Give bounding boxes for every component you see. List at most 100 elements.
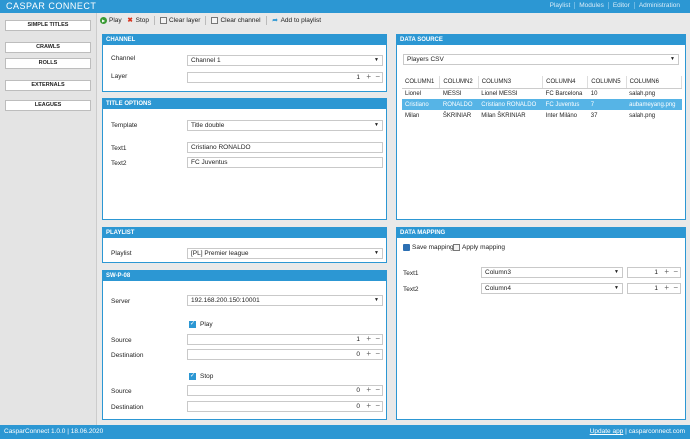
sidebar-item-externals[interactable]: EXTERNALS <box>5 80 91 91</box>
nav-administration[interactable]: Administration <box>633 2 684 9</box>
channel-header: CHANNEL <box>103 35 386 45</box>
minus-icon[interactable]: − <box>375 72 380 81</box>
plus-icon[interactable]: + <box>664 267 669 276</box>
column-header[interactable]: COLUMN6 <box>626 76 683 89</box>
table-cell: Milan ŠKRINIAR <box>481 112 526 119</box>
column-header[interactable]: COLUMN4 <box>542 76 589 89</box>
table-row-selected[interactable]: Cristiano RONALDO Cristiano RONALDO FC J… <box>402 99 682 110</box>
minus-icon[interactable]: − <box>375 401 380 410</box>
apply-icon <box>453 244 460 251</box>
table-cell: Inter Miláno <box>545 112 578 119</box>
version-text: CasparConnect 1.0.0 <box>4 428 66 435</box>
chevron-down-icon: ▼ <box>374 57 379 63</box>
sidebar-item-leagues[interactable]: LEAGUES <box>5 100 91 111</box>
layer-stepper[interactable]: 1 + − <box>187 72 383 83</box>
play-source-stepper[interactable]: 1 + − <box>187 334 383 345</box>
minus-icon[interactable]: − <box>375 385 380 394</box>
stop-source-stepper[interactable]: 0 + − <box>187 385 383 396</box>
nav-modules[interactable]: Modules <box>574 2 608 9</box>
clear-layer-icon <box>160 16 168 24</box>
save-mapping-button[interactable]: Save mapping <box>403 244 454 251</box>
template-label: Template <box>111 122 138 129</box>
website-link[interactable]: casparconnect.com <box>629 428 685 435</box>
plus-icon[interactable]: + <box>366 385 371 394</box>
table-cell: MESSI <box>442 90 462 97</box>
channel-panel: CHANNEL Channel Channel 1 ▼ Layer 1 + − <box>102 34 387 92</box>
update-app-link[interactable]: Update app <box>590 428 624 435</box>
table-cell: salah.png <box>629 112 656 119</box>
column-header[interactable]: COLUMN3 <box>478 76 544 89</box>
app-title: CASPAR CONNECT <box>6 1 97 11</box>
table-cell: 10 <box>590 90 598 97</box>
text1-field[interactable]: Cristiano RONALDO <box>187 142 383 153</box>
mapping-text2-label: Text2 <box>403 286 419 293</box>
build-date: 18.06.2020 <box>70 428 104 435</box>
mapping-text1-label: Text1 <box>403 270 419 277</box>
column-header[interactable]: COLUMN5 <box>587 76 627 89</box>
sidebar-item-rolls[interactable]: ROLLS <box>5 58 91 69</box>
nav-playlist[interactable]: Playlist <box>546 2 575 9</box>
minus-icon[interactable]: − <box>673 267 678 276</box>
clear-layer-button[interactable]: Clear layer <box>160 16 200 24</box>
status-bar: CasparConnect 1.0.0 | 18.06.2020 Update … <box>0 425 690 439</box>
text2-field[interactable]: FC Juventus <box>187 157 383 168</box>
top-nav: Playlist Modules Editor Administration <box>546 2 684 9</box>
mapping-text2-select[interactable]: Column4 ▼ <box>481 283 623 294</box>
nav-editor[interactable]: Editor <box>607 2 634 9</box>
plus-icon[interactable]: + <box>366 334 371 343</box>
play-source-label: Source <box>111 337 132 344</box>
sidebar-item-simple-titles[interactable]: SIMPLE TITLES <box>5 20 91 31</box>
play-icon: ▶ <box>100 16 107 24</box>
table-cell: Lionel MESSI <box>481 90 518 97</box>
channel-select[interactable]: Channel 1 ▼ <box>187 55 383 66</box>
toolbar-divider <box>154 15 156 25</box>
play-button[interactable]: ▶ Play <box>100 16 122 24</box>
mapping-text1-select[interactable]: Column3 ▼ <box>481 267 623 278</box>
table-cell: RONALDO <box>439 99 479 110</box>
plus-icon[interactable]: + <box>366 349 371 358</box>
plus-icon[interactable]: + <box>664 283 669 292</box>
column-header[interactable]: COLUMN1 <box>402 76 441 89</box>
add-to-playlist-button[interactable]: ➦ Add to playlist <box>272 17 321 24</box>
minus-icon[interactable]: − <box>375 334 380 343</box>
plus-icon[interactable]: + <box>366 72 371 81</box>
table-row[interactable]: Lionel MESSI Lionel MESSI FC Barcelona 1… <box>402 88 682 99</box>
apply-mapping-button[interactable]: Apply mapping <box>453 244 505 251</box>
stop-button[interactable]: ✖ Stop <box>127 17 149 24</box>
play-destination-label: Destination <box>111 352 144 359</box>
stop-source-label: Source <box>111 388 132 395</box>
title-options-panel: TITLE OPTIONS Template Title double ▼ Tex… <box>102 98 387 220</box>
column-header[interactable]: COLUMN2 <box>439 76 479 89</box>
toolbar-divider <box>265 15 267 25</box>
playlist-select[interactable]: [PL] Premier league ▼ <box>187 248 383 259</box>
table-row[interactable]: Milan ŠKRINIAR Milan ŠKRINIAR Inter Milá… <box>402 110 682 121</box>
playlist-header: PLAYLIST <box>103 228 386 238</box>
swp-header: SW-P-08 <box>103 271 386 281</box>
stop-destination-stepper[interactable]: 0 + − <box>187 401 383 412</box>
mapping-text2-stepper[interactable]: 1 + − <box>627 283 681 294</box>
toolbar-divider <box>205 15 207 25</box>
clear-channel-button[interactable]: Clear channel <box>211 16 261 24</box>
table-cell: aubameyang.png <box>626 99 682 110</box>
template-select[interactable]: Title double ▼ <box>187 120 383 131</box>
table-cell: 37 <box>590 112 598 119</box>
table-cell: 7 <box>587 99 627 110</box>
data-source-header: DATA SOURCE <box>397 35 685 45</box>
play-checkbox[interactable]: ✓ Play <box>189 321 213 328</box>
playlist-panel: PLAYLIST Playlist [PL] Premier league ▼ <box>102 227 387 263</box>
data-source-select[interactable]: Players CSV ▼ <box>403 54 679 65</box>
mapping-text1-stepper[interactable]: 1 + − <box>627 267 681 278</box>
stop-checkbox[interactable]: ✓ Stop <box>189 373 213 380</box>
data-source-panel: DATA SOURCE Players CSV ▼ COLUMN1 COLUMN2… <box>396 34 686 220</box>
layer-label: Layer <box>111 73 128 80</box>
title-options-header: TITLE OPTIONS <box>103 99 386 109</box>
server-select[interactable]: 192.168.200.150:10001 ▼ <box>187 295 383 306</box>
playlist-label: Playlist <box>111 250 132 257</box>
sidebar-item-crawls[interactable]: CRAWLS <box>5 42 91 53</box>
server-label: Server <box>111 298 131 305</box>
minus-icon[interactable]: − <box>375 349 380 358</box>
plus-icon[interactable]: + <box>366 401 371 410</box>
minus-icon[interactable]: − <box>673 283 678 292</box>
play-destination-stepper[interactable]: 0 + − <box>187 349 383 360</box>
title-bar: CASPAR CONNECT Playlist Modules Editor A… <box>0 0 690 13</box>
